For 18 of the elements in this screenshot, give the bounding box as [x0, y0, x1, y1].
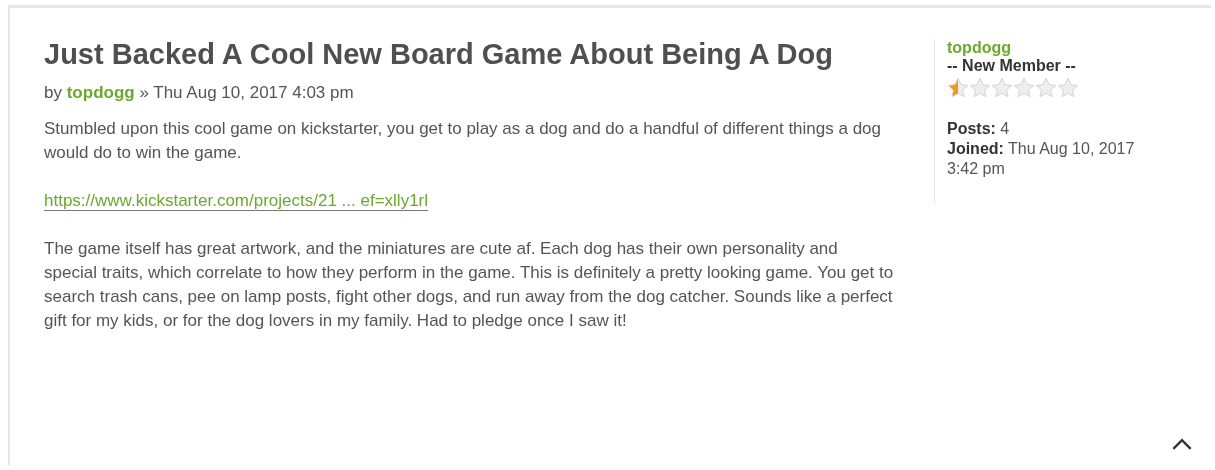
profile-detail: Joined: Thu Aug 10, 2017 3:42 pm [947, 139, 1136, 179]
post-date: » Thu Aug 10, 2017 4:03 pm [139, 83, 354, 103]
profile-detail: Posts: 4 [947, 119, 1011, 139]
member-rank: -- New Member -- [947, 57, 1077, 75]
star-icon [969, 77, 991, 99]
star-icon [1013, 77, 1035, 99]
star-icon [947, 77, 969, 99]
external-link[interactable]: https://www.kickstarter.com/projects/21 ... ef=xlly1rl [44, 191, 429, 212]
author-link[interactable]: topdogg [66, 83, 135, 103]
star-icon [1035, 77, 1057, 99]
star-icon [991, 77, 1013, 99]
post-paragraph: The game itself has great artwork, and the miniatures are cute af. Each dog has their own personality and special traits, which correlate to how they perform in the game. This is definitely a pretty looking game. You get to search trash cans, pee on lamp posts, fight other dogs, and run away from the dog catcher. Sounds like a perfect gift for my kids, or for the dog lovers in my family. Had to pledge once I saw it! [44, 238, 894, 333]
byline-prefix: by [44, 83, 62, 103]
star-icon [1057, 77, 1079, 99]
post-title: Just Backed A Cool New Board Game About Being A Dog [44, 37, 834, 72]
post-paragraph: Stumbled upon this cool game on kickstarter, you get to play as a dog and do a handful of different things a dog would do to win the game. [44, 118, 883, 165]
username-link[interactable]: topdogg [947, 39, 1011, 57]
scroll-up-icon[interactable] [1171, 438, 1193, 451]
